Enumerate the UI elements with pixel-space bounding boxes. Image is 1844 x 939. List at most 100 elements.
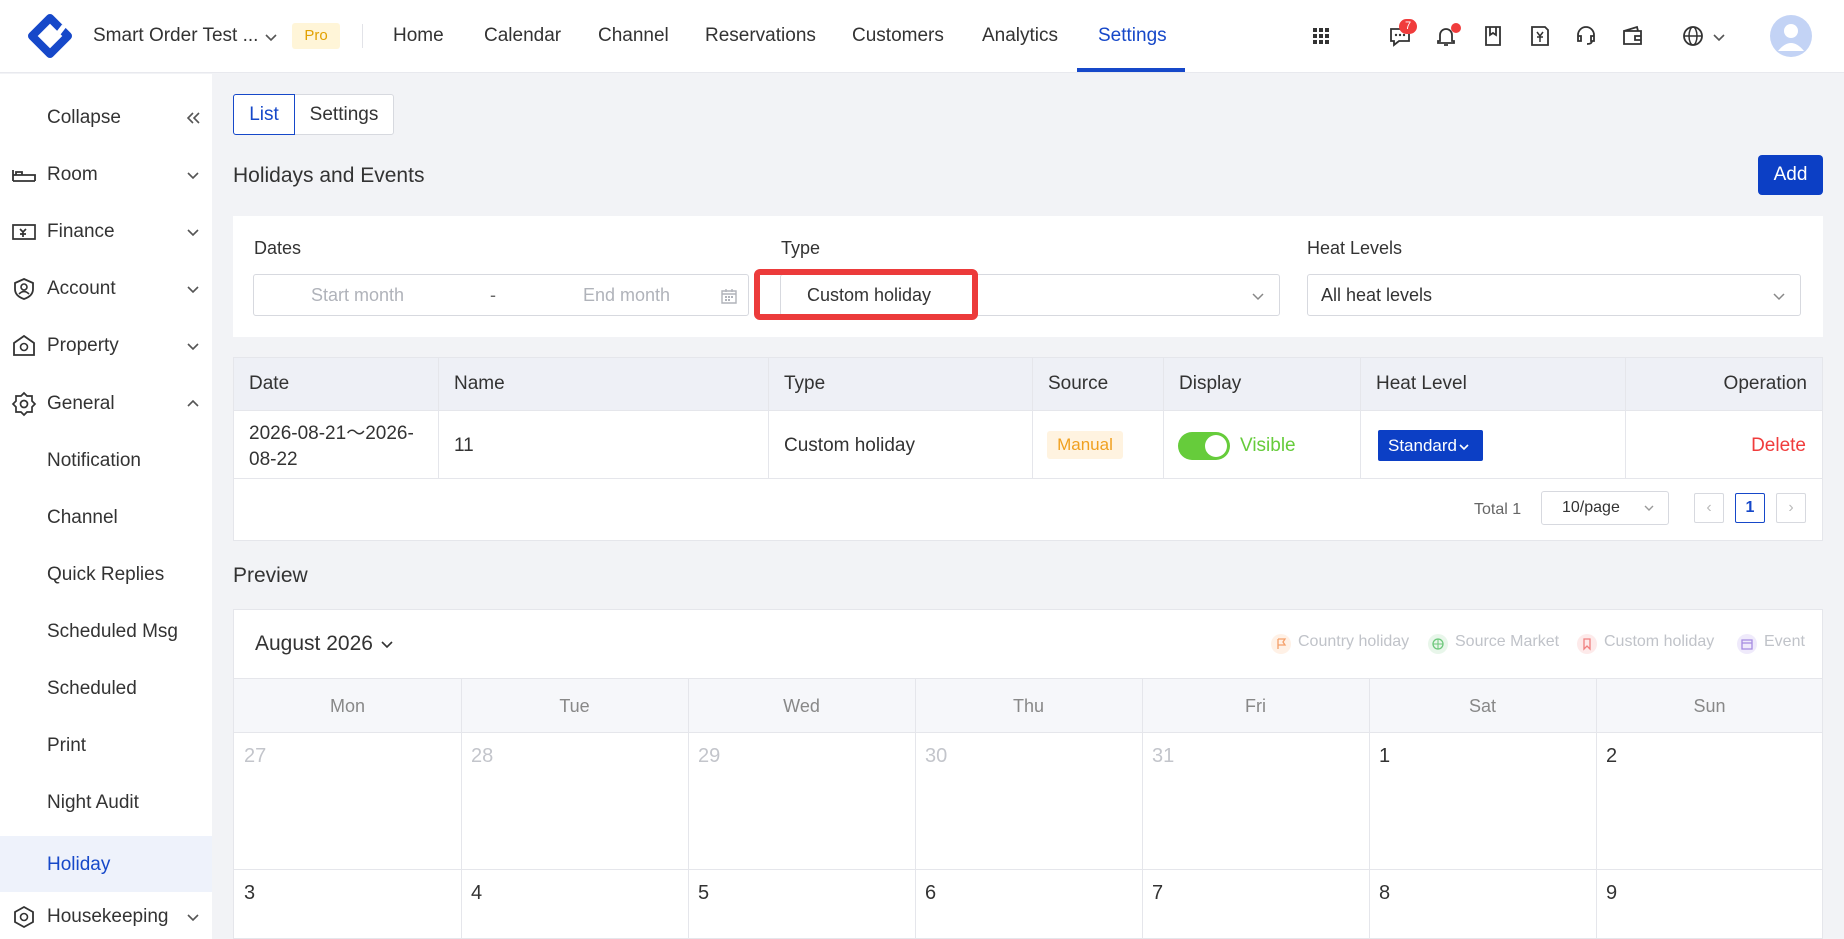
- housekeeping-icon: [14, 905, 34, 929]
- type-label: Type: [781, 238, 821, 258]
- sidebar: Collapse Room Finance Account Property G…: [0, 74, 212, 939]
- nav-analytics[interactable]: Analytics: [982, 25, 1058, 47]
- heat-levels-select[interactable]: All heat levels: [1307, 274, 1801, 316]
- calendar-day-cell[interactable]: 1: [1379, 745, 1390, 768]
- grid-line: [1369, 678, 1370, 939]
- sidebar-item-label: Property: [47, 335, 119, 356]
- apps-grid-icon[interactable]: [1308, 23, 1334, 49]
- calendar-day-cell[interactable]: 9: [1606, 882, 1617, 905]
- avatar[interactable]: [1770, 15, 1812, 57]
- calendar-day-cell[interactable]: 31: [1152, 745, 1174, 768]
- calendar-day-cell[interactable]: 30: [925, 745, 947, 768]
- sidebar-item-quick-replies[interactable]: Quick Replies: [0, 546, 212, 602]
- calendar-day-cell[interactable]: 6: [925, 882, 936, 905]
- sidebar-item-label: Holiday: [47, 854, 111, 875]
- page-size-select[interactable]: 10/page: [1541, 491, 1669, 525]
- pagination-total: Total 1: [1474, 501, 1522, 518]
- next-page-button[interactable]: ›: [1776, 493, 1806, 523]
- calendar-day-cell[interactable]: 8: [1379, 882, 1390, 905]
- chevron-up-icon: [187, 399, 199, 407]
- chevron-down-icon: [1644, 505, 1654, 511]
- column-divider: [1625, 358, 1626, 478]
- calendar-day-cell[interactable]: 3: [244, 882, 255, 905]
- add-button[interactable]: Add: [1758, 155, 1823, 195]
- calendar-preview: August 2026 Country holiday Source Marke…: [233, 609, 1823, 939]
- row-divider: [234, 478, 1822, 479]
- column-header-type: Type: [784, 373, 826, 394]
- sidebar-item-account[interactable]: Account: [0, 260, 212, 316]
- sidebar-item-print[interactable]: Print: [0, 717, 212, 773]
- nav-home[interactable]: Home: [393, 25, 444, 47]
- month-selector[interactable]: August 2026: [255, 632, 395, 656]
- top-navigation-bar: Smart Order Test ... Pro Home Calendar C…: [0, 0, 1844, 73]
- sidebar-item-label: Print: [47, 735, 87, 756]
- sidebar-item-night-audit[interactable]: Night Audit: [0, 774, 212, 830]
- sidebar-item-housekeeping[interactable]: Housekeeping: [0, 888, 212, 939]
- prev-page-button[interactable]: ‹: [1694, 493, 1724, 523]
- chevron-down-icon[interactable]: [262, 28, 280, 46]
- start-month-input[interactable]: Start month: [311, 285, 404, 306]
- month-label: August 2026: [255, 632, 373, 655]
- globe-icon: [1428, 634, 1448, 654]
- sidebar-item-label: Housekeeping: [47, 906, 169, 927]
- flag-icon: [1271, 634, 1291, 654]
- sidebar-item-finance[interactable]: Finance: [0, 203, 212, 259]
- nav-channel[interactable]: Channel: [598, 25, 669, 47]
- sidebar-item-label: Finance: [47, 221, 115, 242]
- calendar-day-cell[interactable]: 2: [1606, 745, 1617, 768]
- calendar-day-cell[interactable]: 29: [698, 745, 720, 768]
- weekday-label: Wed: [783, 696, 820, 716]
- grid-line: [1596, 678, 1597, 939]
- calendar-day-cell[interactable]: 4: [471, 882, 482, 905]
- store-name[interactable]: Smart Order Test ...: [93, 25, 258, 47]
- heat-level-dropdown[interactable]: Standard: [1378, 430, 1483, 461]
- display-toggle[interactable]: [1178, 432, 1230, 460]
- weekday-label: Sat: [1468, 696, 1497, 716]
- sidebar-item-scheduled[interactable]: Scheduled: [0, 660, 212, 716]
- calendar-day-cell[interactable]: 27: [244, 745, 266, 768]
- nav-reservations[interactable]: Reservations: [705, 25, 816, 47]
- calendar-day-cell[interactable]: 28: [471, 745, 493, 768]
- nav-calendar[interactable]: Calendar: [484, 25, 561, 47]
- date-range-picker[interactable]: Start month - End month: [253, 274, 749, 316]
- nav-settings[interactable]: Settings: [1098, 25, 1167, 47]
- property-icon: [13, 334, 35, 356]
- column-divider: [1163, 358, 1164, 478]
- delete-link[interactable]: Delete: [1751, 435, 1806, 457]
- calendar-day-cell[interactable]: 7: [1152, 882, 1163, 905]
- end-month-input[interactable]: End month: [583, 285, 670, 306]
- globe-icon[interactable]: [1680, 23, 1706, 49]
- bookmark-icon[interactable]: [1480, 23, 1506, 49]
- grid-line: [1142, 678, 1143, 939]
- sidebar-item-scheduled-msg[interactable]: Scheduled Msg: [0, 603, 212, 659]
- page-size-value: 10/page: [1562, 499, 1620, 516]
- sidebar-item-label: General: [47, 393, 115, 414]
- bed-icon: [12, 170, 36, 182]
- sidebar-item-room[interactable]: Room: [0, 146, 212, 202]
- tab-list[interactable]: List: [233, 94, 295, 135]
- chevron-down-icon: [187, 286, 199, 294]
- brand-logo-icon[interactable]: [26, 14, 74, 58]
- weekday-label: Tue: [559, 696, 590, 716]
- sidebar-item-notification[interactable]: Notification: [0, 432, 212, 488]
- chevron-down-icon: [1459, 444, 1469, 451]
- calendar-icon: [1737, 634, 1757, 654]
- invoice-icon[interactable]: [1527, 23, 1553, 49]
- calendar-day-cell[interactable]: 5: [698, 882, 709, 905]
- sidebar-collapse[interactable]: Collapse: [0, 89, 212, 145]
- grid-line: [688, 678, 689, 939]
- legend-event: Event: [1764, 633, 1805, 650]
- chevron-down-icon[interactable]: [1711, 29, 1727, 45]
- page-number-button[interactable]: 1: [1735, 493, 1765, 523]
- plan-badge: Pro: [292, 23, 340, 49]
- weekday-label: Thu: [1012, 696, 1045, 716]
- sidebar-item-channel[interactable]: Channel: [0, 489, 212, 545]
- nav-customers[interactable]: Customers: [852, 25, 944, 47]
- wallet-icon[interactable]: [1620, 23, 1646, 49]
- sidebar-item-general[interactable]: General: [0, 375, 212, 431]
- sidebar-item-holiday[interactable]: Holiday: [0, 836, 212, 892]
- tab-settings[interactable]: Settings: [294, 94, 394, 135]
- chevron-down-icon: [187, 343, 199, 351]
- sidebar-item-property[interactable]: Property: [0, 317, 212, 373]
- support-icon[interactable]: [1573, 23, 1599, 49]
